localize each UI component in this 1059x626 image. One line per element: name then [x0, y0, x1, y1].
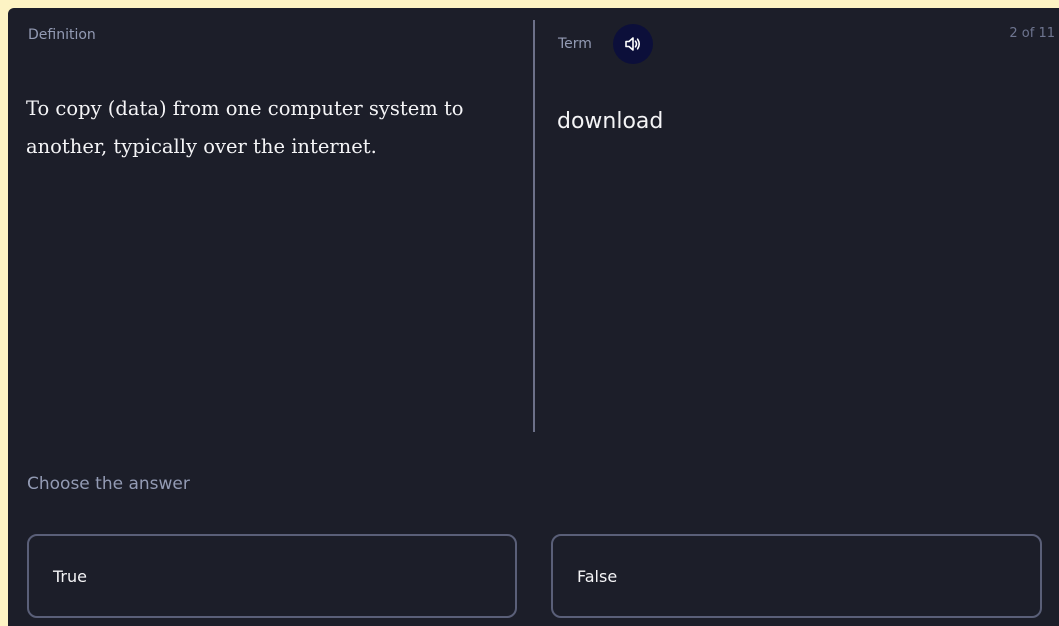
answer-option-true[interactable]: True [27, 534, 517, 618]
divider [533, 20, 535, 432]
answer-option-false[interactable]: False [551, 534, 1042, 618]
definition-text: To copy (data) from one computer system … [26, 97, 464, 158]
speaker-icon [625, 37, 640, 51]
progress-counter: 2 of 11 [1009, 26, 1055, 41]
option-label: False [577, 567, 618, 586]
option-label: True [53, 567, 87, 586]
answer-prompt: Choose the answer [27, 474, 190, 494]
audio-button[interactable] [613, 24, 653, 64]
definition-label: Definition [28, 27, 96, 43]
term-text: download [557, 109, 664, 134]
term-label: Term [558, 36, 592, 52]
flashcard: Definition To copy (data) from one compu… [8, 8, 1059, 626]
